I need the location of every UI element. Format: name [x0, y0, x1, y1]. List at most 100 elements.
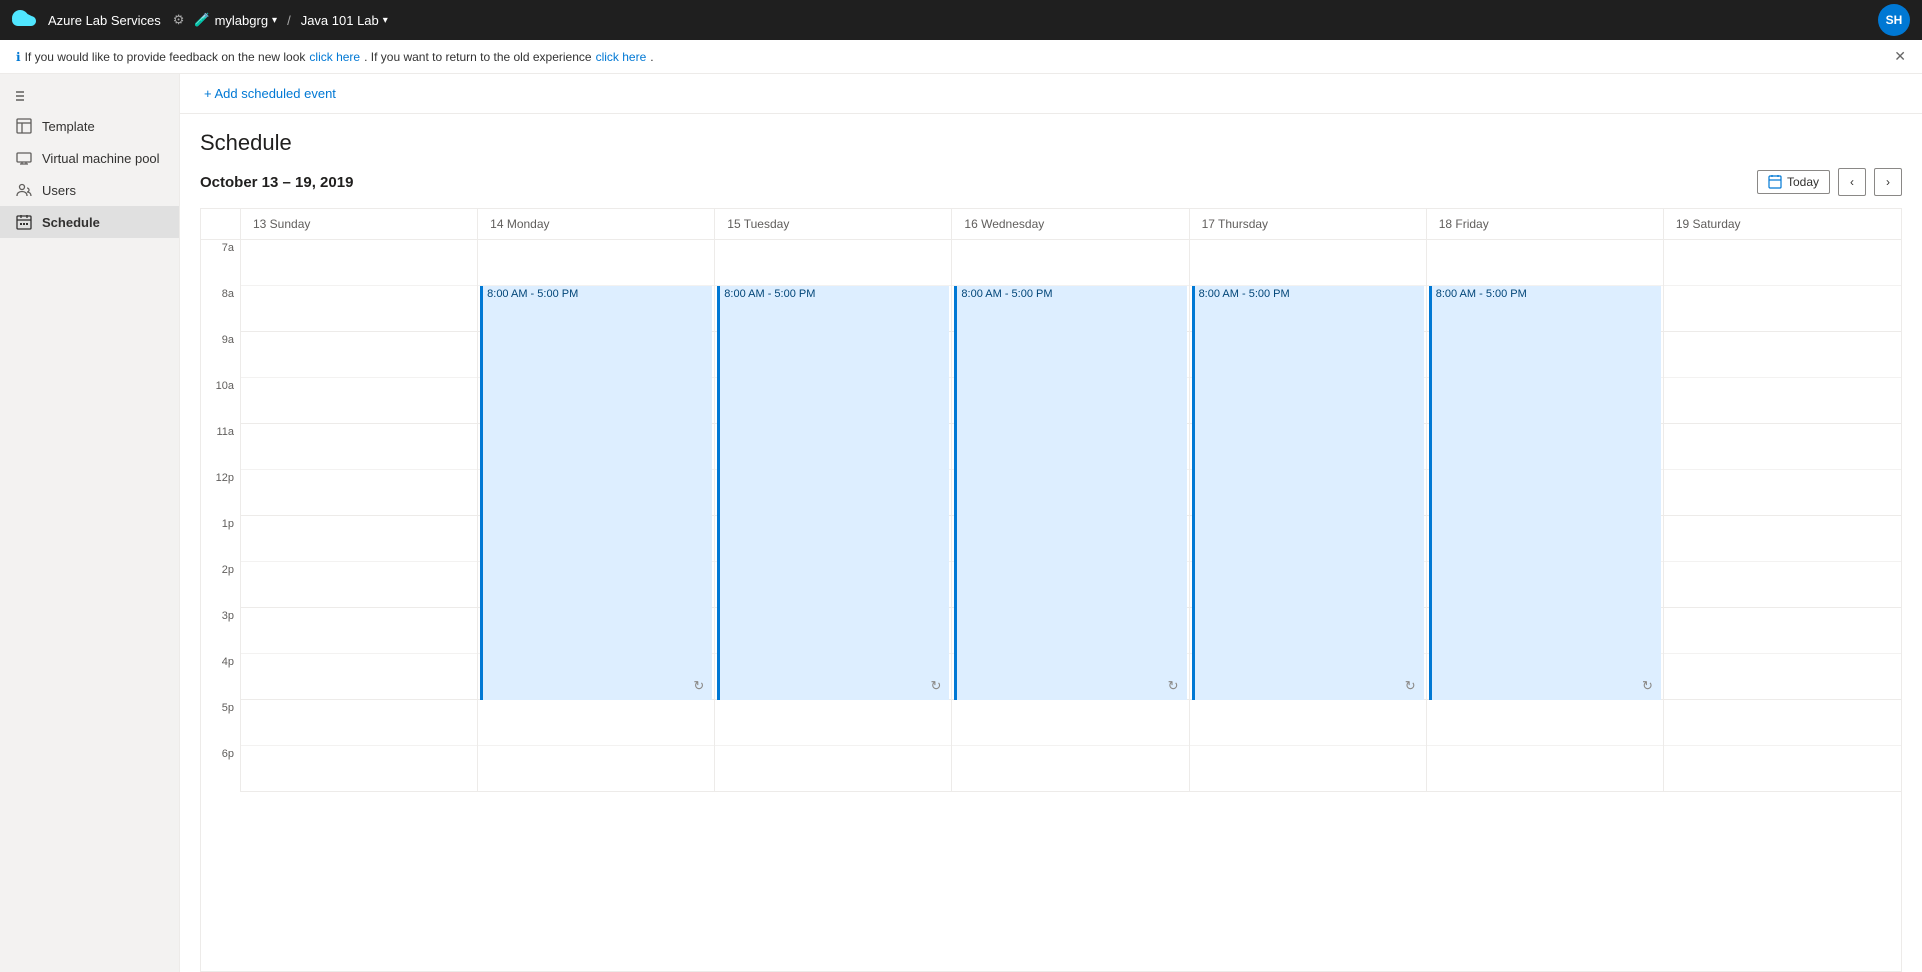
sidebar-item-users[interactable]: Users: [0, 174, 179, 206]
add-event-button[interactable]: + Add scheduled event: [196, 82, 344, 105]
info-icon: ℹ: [16, 50, 21, 64]
nav-controls: Today ‹ ›: [1757, 168, 1902, 196]
time-label-5: 12p: [201, 470, 240, 516]
time-label-9: 4p: [201, 654, 240, 700]
cell-d1-s10: [478, 700, 714, 746]
schedule-nav: October 13 – 19, 2019 Today ‹: [200, 168, 1902, 196]
cell-d3-s0: [952, 240, 1188, 286]
event-block-day4[interactable]: 8:00 AM - 5:00 PM↻: [1192, 286, 1424, 700]
recurrence-icon: ↻: [1642, 678, 1653, 694]
cell-d1-s0: [478, 240, 714, 286]
col-header-sunday: 13 Sunday: [241, 209, 478, 239]
cell-d5-s0: [1427, 240, 1663, 286]
schedule-icon: [16, 214, 32, 230]
time-label-4: 11a: [201, 424, 240, 470]
cell-d0-s9: [241, 654, 477, 700]
schedule-label: Schedule: [42, 215, 100, 230]
time-label-7: 2p: [201, 562, 240, 608]
time-label-3: 10a: [201, 378, 240, 424]
vm-icon: [16, 150, 32, 166]
sidebar-item-template[interactable]: Template: [0, 110, 179, 142]
cell-d4-s11: [1190, 746, 1426, 792]
calendar-body: 7a8a9a10a11a12p1p2p3p4p5p6p8:00 AM - 5:0…: [201, 240, 1901, 971]
event-label-day3: 8:00 AM - 5:00 PM: [961, 288, 1182, 300]
time-label-10: 5p: [201, 700, 240, 746]
cell-d6-s3: [1664, 378, 1901, 424]
recurrence-icon: ↻: [693, 678, 704, 694]
toolbar: + Add scheduled event: [180, 74, 1922, 114]
feedback-link1[interactable]: click here: [309, 50, 360, 64]
sidebar-collapse-button[interactable]: [0, 82, 179, 110]
col-header-wednesday: 16 Wednesday: [952, 209, 1189, 239]
schedule-title: Schedule: [200, 130, 1902, 156]
cell-d2-s11: [715, 746, 951, 792]
event-block-day3[interactable]: 8:00 AM - 5:00 PM↻: [954, 286, 1186, 700]
feedback-bar: ℹ If you would like to provide feedback …: [0, 40, 1922, 74]
event-block-day5[interactable]: 8:00 AM - 5:00 PM ↻: [1429, 286, 1661, 700]
lab-label: Java 101 Lab: [301, 13, 379, 28]
users-icon: [16, 182, 32, 198]
col-header-thursday: 17 Thursday: [1190, 209, 1427, 239]
event-label-day1: 8:00 AM - 5:00 PM: [487, 288, 708, 300]
breadcrumb-lab[interactable]: Java 101 Lab ▾: [297, 11, 392, 30]
tuesday-header: 15 Tuesday: [727, 217, 789, 231]
time-header-spacer: [201, 209, 241, 239]
cell-d0-s2: [241, 332, 477, 378]
today-button[interactable]: Today: [1757, 170, 1830, 194]
feedback-link2[interactable]: click here: [596, 50, 647, 64]
day-column-0: [241, 240, 478, 792]
event-block-day1[interactable]: 8:00 AM - 5:00 PM ↻: [480, 286, 712, 700]
cell-d0-s1: [241, 286, 477, 332]
cell-d6-s0: [1664, 240, 1901, 286]
cell-d5-s10: [1427, 700, 1663, 746]
time-label-6: 1p: [201, 516, 240, 562]
app-layout: Template Virtual machine pool Users: [0, 74, 1922, 972]
chevron-right-icon: ›: [1886, 175, 1890, 189]
prev-week-button[interactable]: ‹: [1838, 168, 1866, 196]
cell-d5-s11: [1427, 746, 1663, 792]
thursday-header: 17 Thursday: [1202, 217, 1269, 231]
calendar-container: 13 Sunday 14 Monday 15 Tuesday 16 Wednes…: [200, 208, 1902, 972]
saturday-header: 19 Saturday: [1676, 217, 1741, 231]
cell-d0-s8: [241, 608, 477, 654]
cell-d6-s6: [1664, 516, 1901, 562]
col-header-saturday: 19 Saturday: [1664, 209, 1901, 239]
sidebar-item-schedule[interactable]: Schedule: [0, 206, 179, 238]
cell-d6-s5: [1664, 470, 1901, 516]
breadcrumb-mylab[interactable]: 🧪 mylabgrg ▾: [190, 10, 281, 30]
cell-d0-s5: [241, 470, 477, 516]
time-label-1: 8a: [201, 286, 240, 332]
time-label-8: 3p: [201, 608, 240, 654]
col-header-monday: 14 Monday: [478, 209, 715, 239]
breadcrumb-sep: /: [287, 13, 291, 28]
cell-d6-s1: [1664, 286, 1901, 332]
close-icon[interactable]: ✕: [1894, 48, 1906, 65]
cell-d0-s4: [241, 424, 477, 470]
mylab-label: mylabgrg: [215, 13, 268, 28]
feedback-text-before: If you would like to provide feedback on…: [25, 50, 306, 64]
cell-d6-s9: [1664, 654, 1901, 700]
sidebar: Template Virtual machine pool Users: [0, 74, 180, 972]
cell-d4-s0: [1190, 240, 1426, 286]
next-week-button[interactable]: ›: [1874, 168, 1902, 196]
cell-d2-s10: [715, 700, 951, 746]
event-label-day5: 8:00 AM - 5:00 PM: [1436, 288, 1657, 300]
recurrence-icon: ↻: [1405, 678, 1416, 694]
calendar-grid: 7a8a9a10a11a12p1p2p3p4p5p6p8:00 AM - 5:0…: [201, 240, 1901, 792]
cell-d0-s3: [241, 378, 477, 424]
cell-d0-s10: [241, 700, 477, 746]
sidebar-item-vm-pool[interactable]: Virtual machine pool: [0, 142, 179, 174]
day-column-5: 8:00 AM - 5:00 PM ↻: [1427, 240, 1664, 792]
chevron-down-icon: ▾: [272, 15, 277, 26]
day-column-4: 8:00 AM - 5:00 PM↻: [1190, 240, 1427, 792]
cell-d0-s11: [241, 746, 477, 792]
col-header-friday: 18 Friday: [1427, 209, 1664, 239]
chevron-left-icon: ‹: [1850, 175, 1854, 189]
friday-header: 18 Friday: [1439, 217, 1489, 231]
time-label-2: 9a: [201, 332, 240, 378]
breadcrumb: ⚙ 🧪 mylabgrg ▾ / Java 101 Lab ▾: [173, 10, 392, 30]
template-icon: [16, 118, 32, 134]
event-block-day2[interactable]: 8:00 AM - 5:00 PM↻: [717, 286, 949, 700]
avatar[interactable]: SH: [1878, 4, 1910, 36]
calendar-header: 13 Sunday 14 Monday 15 Tuesday 16 Wednes…: [201, 209, 1901, 240]
